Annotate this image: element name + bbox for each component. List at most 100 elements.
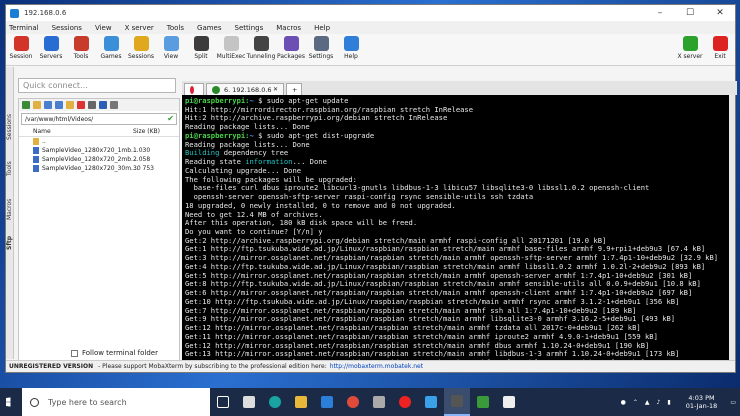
- side-tab-sftp[interactable]: Sftp: [6, 233, 14, 253]
- delete-icon[interactable]: [77, 101, 85, 109]
- toolbar: Session Servers Tools Games Sessions View Spli…: [6, 34, 735, 66]
- volume-icon[interactable]: ♪: [657, 399, 661, 406]
- toolbar-button-view[interactable]: View: [156, 36, 186, 60]
- toolbar-button-packages[interactable]: Packages: [276, 36, 306, 60]
- terminal-text: Get:13 http://mirror.ossplanet.net/raspb…: [185, 349, 680, 359]
- side-tab-sessions[interactable]: Sessions: [6, 107, 14, 147]
- toolbar-label: Tools: [73, 53, 89, 60]
- status-link[interactable]: http://mobaxterm.mobatek.net: [330, 363, 423, 370]
- notification-icon[interactable]: ▭: [730, 399, 736, 406]
- list-item[interactable]: SampleVideo_1280x720_2mb.... 2 058: [19, 155, 179, 164]
- terminal-text: Building: [185, 148, 220, 158]
- toolbar-button-help[interactable]: Help: [336, 36, 366, 60]
- menu-view[interactable]: View: [95, 24, 112, 32]
- clock[interactable]: 4:03 PM 01-Jan-18: [679, 394, 718, 410]
- session-icon: [13, 36, 29, 51]
- refresh-icon[interactable]: [33, 101, 41, 109]
- follow-checkbox[interactable]: [71, 349, 78, 357]
- menu-help[interactable]: Help: [314, 24, 330, 32]
- settings-icon: [313, 36, 329, 51]
- menu-sessions[interactable]: Sessions: [52, 24, 82, 32]
- up-folder-icon[interactable]: [22, 101, 30, 109]
- terminal-text: ~: [249, 96, 259, 105]
- toolbar-button-session[interactable]: Session: [6, 36, 36, 60]
- arduino-icon[interactable]: [262, 388, 288, 416]
- sftp-toolbar: [19, 99, 179, 111]
- new-file-icon[interactable]: [88, 101, 96, 109]
- menu-terminal[interactable]: Terminal: [9, 24, 39, 32]
- toolbar-button-x-server[interactable]: X server: [675, 36, 705, 60]
- file-name: SampleVideo_1280x720_2mb....: [42, 156, 139, 163]
- menu-xserver[interactable]: X server: [125, 24, 154, 32]
- list-item[interactable]: SampleVideo_1280x720_1mb.... 1 030: [19, 146, 179, 155]
- toolbar-label: Packages: [277, 53, 305, 60]
- people-icon[interactable]: ●: [621, 399, 626, 406]
- toolbar-button-sessions[interactable]: Sessions: [126, 36, 156, 60]
- upload-icon[interactable]: [55, 101, 63, 109]
- sessions-icon: [133, 36, 149, 51]
- new-folder-icon[interactable]: [66, 101, 74, 109]
- tab-session-6[interactable]: 6. 192.168.0.6 ✕: [206, 83, 284, 95]
- network-icon[interactable]: ▲: [645, 399, 650, 406]
- raspberry-icon[interactable]: [470, 388, 496, 416]
- battery-icon[interactable]: ▮: [667, 399, 670, 406]
- toolbar-button-servers[interactable]: Servers: [36, 36, 66, 60]
- terminal-output[interactable]: pi@raspberrypi:~ $ sudo apt-get update Hi…: [182, 95, 735, 362]
- maximize-button[interactable]: ☐: [675, 5, 705, 21]
- search-placeholder: Type here to search: [48, 397, 127, 407]
- chevron-up-icon[interactable]: ⌃: [633, 399, 638, 406]
- opera-icon[interactable]: [392, 388, 418, 416]
- terminal-text: base-files curl dbus iproute2 libcurl3-g…: [185, 183, 650, 193]
- toolbar-button-split[interactable]: Split: [186, 36, 216, 60]
- new-tab-button[interactable]: +: [286, 83, 302, 95]
- column-name[interactable]: Name: [33, 128, 133, 135]
- checkmark-icon[interactable]: ✔: [167, 114, 174, 123]
- close-tab-icon[interactable]: ✕: [273, 86, 278, 93]
- start-button[interactable]: [0, 388, 22, 416]
- window-title: 192.168.0.6: [24, 9, 67, 17]
- menu-games[interactable]: Games: [197, 24, 222, 32]
- toolbar-button-exit[interactable]: Exit: [705, 36, 735, 60]
- toolbar-button-tunneling[interactable]: Tunneling: [246, 36, 276, 60]
- side-tab-macros[interactable]: Macros: [6, 195, 14, 223]
- quick-connect-input[interactable]: Quick connect...: [18, 78, 176, 93]
- toolbar-button-multiexec[interactable]: MultiExec: [216, 36, 246, 60]
- explorer-icon[interactable]: [288, 388, 314, 416]
- home-tab[interactable]: [184, 83, 204, 95]
- settings-icon[interactable]: [110, 101, 118, 109]
- sftp-path-text: /var/www/html/Videos/: [25, 116, 94, 123]
- notepad-icon[interactable]: [496, 388, 522, 416]
- minimize-button[interactable]: –: [645, 5, 675, 21]
- toolbar-label: Split: [194, 53, 208, 60]
- terminal-scrollbar[interactable]: [729, 95, 735, 362]
- close-button[interactable]: ✕: [705, 5, 735, 21]
- store-icon[interactable]: [236, 388, 262, 416]
- toolbar-button-settings[interactable]: Settings: [306, 36, 336, 60]
- split-icon: [193, 36, 209, 51]
- mobaxterm-taskbar-icon[interactable]: [444, 388, 470, 416]
- download-icon[interactable]: [44, 101, 52, 109]
- column-size[interactable]: Size (KB): [133, 128, 160, 135]
- menu-settings[interactable]: Settings: [235, 24, 264, 32]
- follow-terminal-folder[interactable]: Follow terminal folder: [71, 349, 158, 357]
- chrome-icon[interactable]: [340, 388, 366, 416]
- app-icon[interactable]: [366, 388, 392, 416]
- toolbar-button-games[interactable]: Games: [96, 36, 126, 60]
- menu-macros[interactable]: Macros: [276, 24, 301, 32]
- taskbar-search[interactable]: Type here to search: [22, 388, 210, 416]
- menu-tools[interactable]: Tools: [167, 24, 184, 32]
- clock-date: 01-Jan-18: [685, 402, 718, 410]
- edge-icon[interactable]: [418, 388, 444, 416]
- mail-icon[interactable]: [314, 388, 340, 416]
- list-item-parent[interactable]: ..: [19, 137, 179, 146]
- folder-icon: [33, 138, 39, 145]
- side-tab-tools[interactable]: Tools: [6, 157, 14, 181]
- text-mode-icon[interactable]: [99, 101, 107, 109]
- mobaxterm-window: 192.168.0.6 – ☐ ✕ Terminal Sessions View…: [5, 4, 737, 373]
- task-view-icon[interactable]: [210, 388, 236, 416]
- sftp-path-field[interactable]: /var/www/html/Videos/ ✔: [21, 113, 177, 125]
- terminal-text: dependency tree: [219, 148, 289, 158]
- menu-bar: Terminal Sessions View X server Tools Ga…: [6, 21, 735, 34]
- toolbar-button-tools[interactable]: Tools: [66, 36, 96, 60]
- list-item[interactable]: SampleVideo_1280x720_30m.... 30 753: [19, 164, 179, 173]
